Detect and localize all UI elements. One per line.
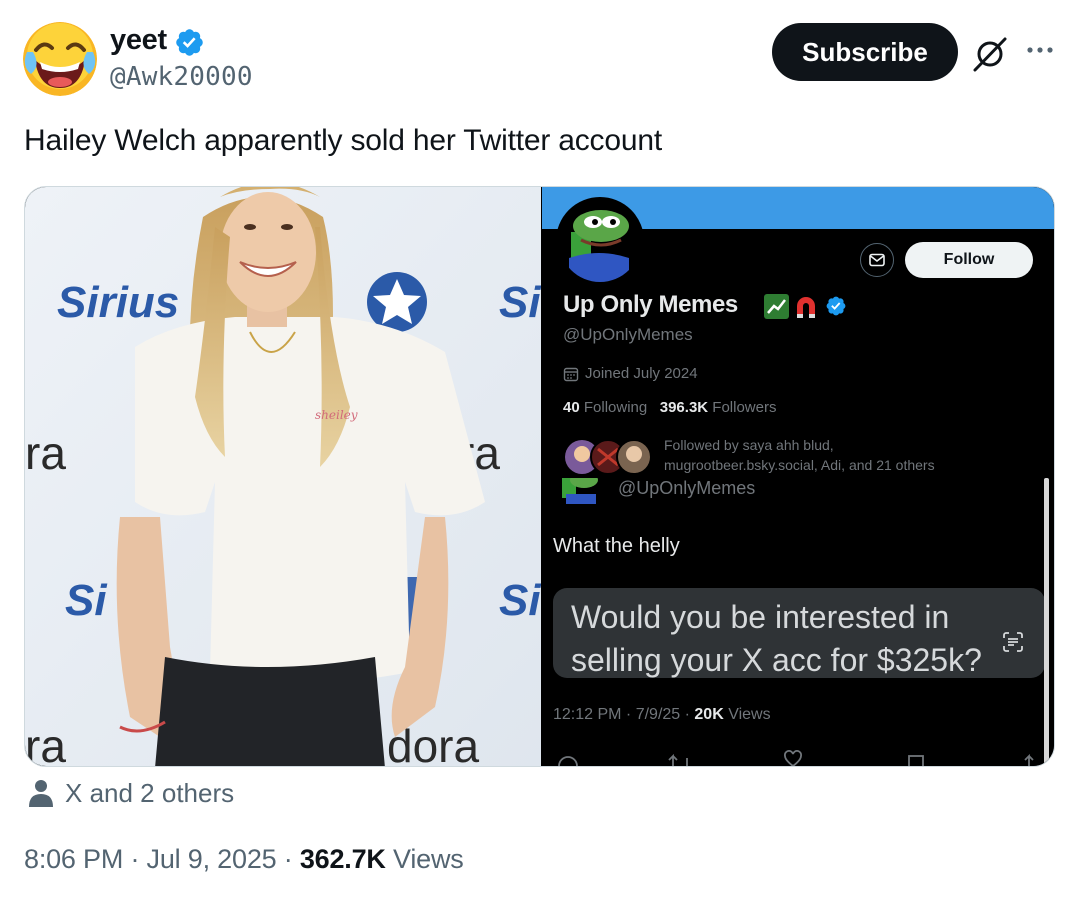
media-post-screenshot[interactable]: @UpOnlyMemes What the helly Would you be… [542,478,1054,766]
person-icon [29,780,53,807]
message-button[interactable] [860,243,894,277]
message-bubble-text: Would you be interested in selling your … [571,596,982,682]
post-time-date: 12:12 PM · 7/9/25 · [553,706,695,723]
backdrop-word: Si [499,278,541,327]
pepe-frog-icon [562,478,598,504]
tagged-users[interactable]: X and 2 others [65,778,234,809]
profile-stats: 40 Following 396.3K Followers [563,399,776,416]
face-with-tears-of-joy-emoji-icon [23,22,97,96]
media-grid[interactable]: Sirius Si ra ra Si Si ra dora sheiley Fo… [24,186,1055,767]
profile-handle: @UpOnlyMemes [563,325,693,344]
timestamp-text[interactable]: 8:06 PM · Jul 9, 2025 · [24,844,300,874]
tweet-text: Hailey Welch apparently sold her Twitter… [24,124,662,157]
post-meta: 12:12 PM · 7/9/25 · 20K Views [553,706,771,724]
following-label: Following [583,399,648,416]
verified-badge-icon[interactable] [174,27,205,58]
envelope-icon [869,253,885,267]
post-views-count: 20K [694,706,724,723]
post-text: What the helly [553,535,680,557]
tweet-timestamp: 8:06 PM · Jul 9, 2025 · 362.7K Views [24,844,464,875]
author-handle[interactable]: @Awk20000 [110,62,253,92]
post-action-icons [558,750,1034,766]
calendar-icon [563,367,579,382]
profile-followed-by: Followed by saya ahh blud, mugrootbeer.b… [664,435,1044,475]
post-handle: @UpOnlyMemes [618,478,756,498]
shirt-embroidery: sheiley [315,408,358,422]
followed-by-line: Followed by saya ahh blud, [664,437,834,453]
photo-illustration: Sirius Si ra ra Si Si ra dora sheiley [25,187,541,767]
more-options-icon[interactable] [1022,34,1058,70]
follow-button[interactable]: Follow [905,242,1033,278]
views-count: 362.7K [299,844,386,874]
profile-avatar [556,197,644,285]
author-display-name[interactable]: yeet [110,24,167,57]
subscribe-button[interactable]: Subscribe [772,23,958,81]
pepe-frog-icon [559,200,641,282]
views-label: Views [393,844,464,874]
verified-badge-icon [826,296,846,316]
message-bubble: Would you be interested in selling your … [553,588,1045,678]
backdrop-word: Si [499,576,541,625]
bubble-line: Would you be interested in [571,599,950,635]
profile-joined-date: Joined July 2024 [585,365,698,382]
media-photo-person[interactable]: Sirius Si ra ra Si Si ra dora sheiley [25,187,541,767]
backdrop-word: Si [65,576,107,625]
backdrop-word: ra [25,427,66,479]
profile-name: Up Only Memes [563,291,738,318]
scrollbar [1044,478,1049,766]
chart-increasing-icon [764,294,789,319]
media-profile-screenshot[interactable]: Follow Up Only Memes @UpOnlyMemes Joined… [542,187,1054,475]
followers-count: 396.3K [659,399,709,416]
post-views-label: Views [728,706,771,723]
backdrop-word: ra [25,720,66,767]
grok-icon[interactable] [970,34,1010,74]
bubble-line: selling your X acc for $325k? [571,642,982,678]
magnet-icon [797,297,815,318]
scan-text-icon [1003,632,1023,652]
author-avatar[interactable] [23,22,97,96]
followers-label: Followers [712,399,777,416]
following-count: 40 [563,399,580,416]
backdrop-word: Sirius [57,278,179,327]
follower-avatars [565,439,652,475]
followed-by-line: mugrootbeer.bsky.social, Adi, and 21 oth… [664,457,935,473]
